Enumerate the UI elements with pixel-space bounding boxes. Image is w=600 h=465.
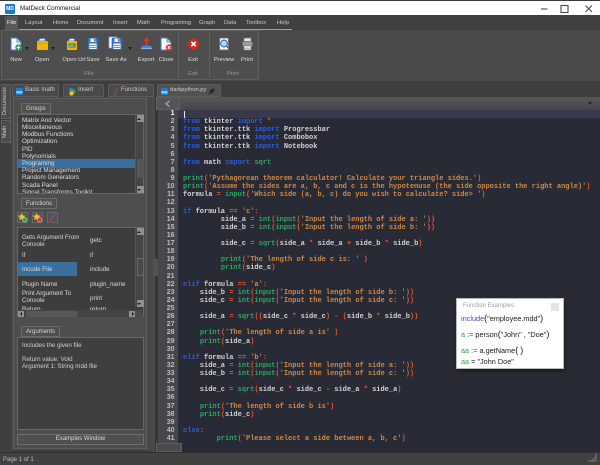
svg-text:MD: MD bbox=[16, 90, 22, 95]
svg-text:URL: URL bbox=[69, 44, 76, 48]
svg-text:MD: MD bbox=[161, 90, 167, 95]
